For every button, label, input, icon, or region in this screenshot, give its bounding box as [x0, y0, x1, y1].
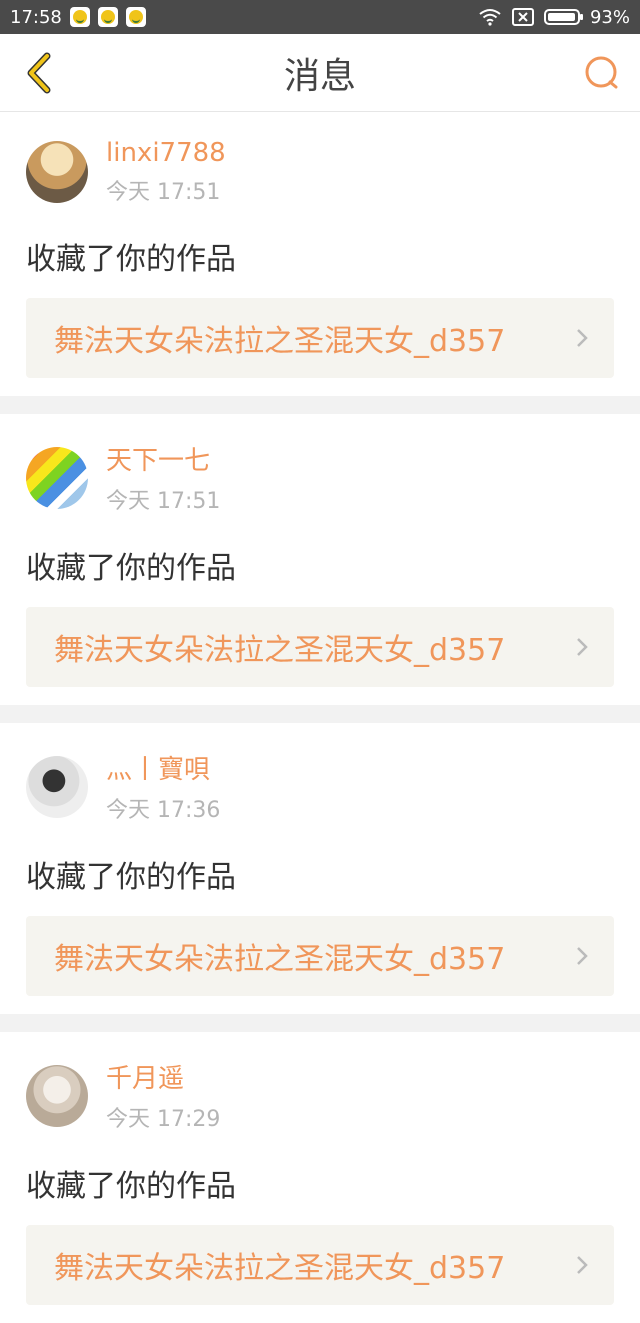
search-icon — [585, 56, 618, 88]
status-time: 17:58 — [10, 6, 62, 28]
chevron-right-icon — [577, 947, 588, 965]
work-link[interactable]: 舞法天女朵法拉之圣混天女_d357 — [26, 298, 614, 378]
username-link[interactable]: 千月遥 — [106, 1058, 220, 1095]
no-sim-icon — [511, 8, 534, 26]
chevron-left-icon — [27, 52, 51, 93]
notification-app-icon — [125, 7, 146, 27]
message-card: 灬丨寶唄 今天 17:36 收藏了你的作品 舞法天女朵法拉之圣混天女_d357 — [0, 723, 640, 1014]
avatar[interactable] — [26, 1064, 88, 1127]
wifi-icon — [479, 9, 501, 26]
notification-app-icon — [69, 7, 90, 27]
notification-app-icon — [97, 7, 118, 27]
username-link[interactable]: 灬丨寶唄 — [106, 749, 220, 786]
battery-percent: 93% — [589, 6, 630, 28]
work-title: 舞法天女朵法拉之圣混天女_d357 — [54, 1251, 506, 1286]
message-list: linxi7788 今天 17:51 收藏了你的作品 舞法天女朵法拉之圣混天女_… — [0, 112, 640, 1323]
avatar[interactable] — [26, 446, 88, 509]
message-time: 今天 17:51 — [106, 489, 221, 514]
back-button[interactable] — [16, 51, 60, 95]
chevron-right-icon — [577, 638, 588, 656]
message-time: 今天 17:36 — [106, 798, 221, 823]
avatar[interactable] — [26, 141, 88, 203]
message-action-text: 收藏了你的作品 — [26, 551, 236, 586]
work-title: 舞法天女朵法拉之圣混天女_d357 — [54, 324, 506, 359]
chevron-right-icon — [577, 329, 588, 347]
message-action-text: 收藏了你的作品 — [26, 860, 236, 895]
battery-icon — [543, 9, 583, 25]
chevron-right-icon — [577, 1256, 588, 1274]
message-card: 天下一七 今天 17:51 收藏了你的作品 舞法天女朵法拉之圣混天女_d357 — [0, 414, 640, 705]
search-button[interactable] — [580, 51, 624, 95]
username-link[interactable]: linxi7788 — [106, 138, 226, 168]
username-link[interactable]: 天下一七 — [106, 440, 220, 477]
status-bar: 17:58 93% — [0, 0, 640, 34]
work-title: 舞法天女朵法拉之圣混天女_d357 — [54, 942, 506, 977]
message-action-text: 收藏了你的作品 — [26, 242, 236, 277]
page-title: 消息 — [283, 55, 356, 97]
work-link[interactable]: 舞法天女朵法拉之圣混天女_d357 — [26, 1225, 614, 1305]
work-link[interactable]: 舞法天女朵法拉之圣混天女_d357 — [26, 916, 614, 996]
message-card: 千月遥 今天 17:29 收藏了你的作品 舞法天女朵法拉之圣混天女_d357 — [0, 1032, 640, 1323]
message-time: 今天 17:29 — [106, 1107, 221, 1132]
work-link[interactable]: 舞法天女朵法拉之圣混天女_d357 — [26, 607, 614, 687]
message-time: 今天 17:51 — [106, 180, 221, 205]
message-action-text: 收藏了你的作品 — [26, 1169, 236, 1204]
work-title: 舞法天女朵法拉之圣混天女_d357 — [54, 633, 506, 668]
navigation-bar: 消息 — [0, 34, 640, 112]
avatar[interactable] — [26, 755, 88, 818]
message-card: linxi7788 今天 17:51 收藏了你的作品 舞法天女朵法拉之圣混天女_… — [0, 112, 640, 396]
